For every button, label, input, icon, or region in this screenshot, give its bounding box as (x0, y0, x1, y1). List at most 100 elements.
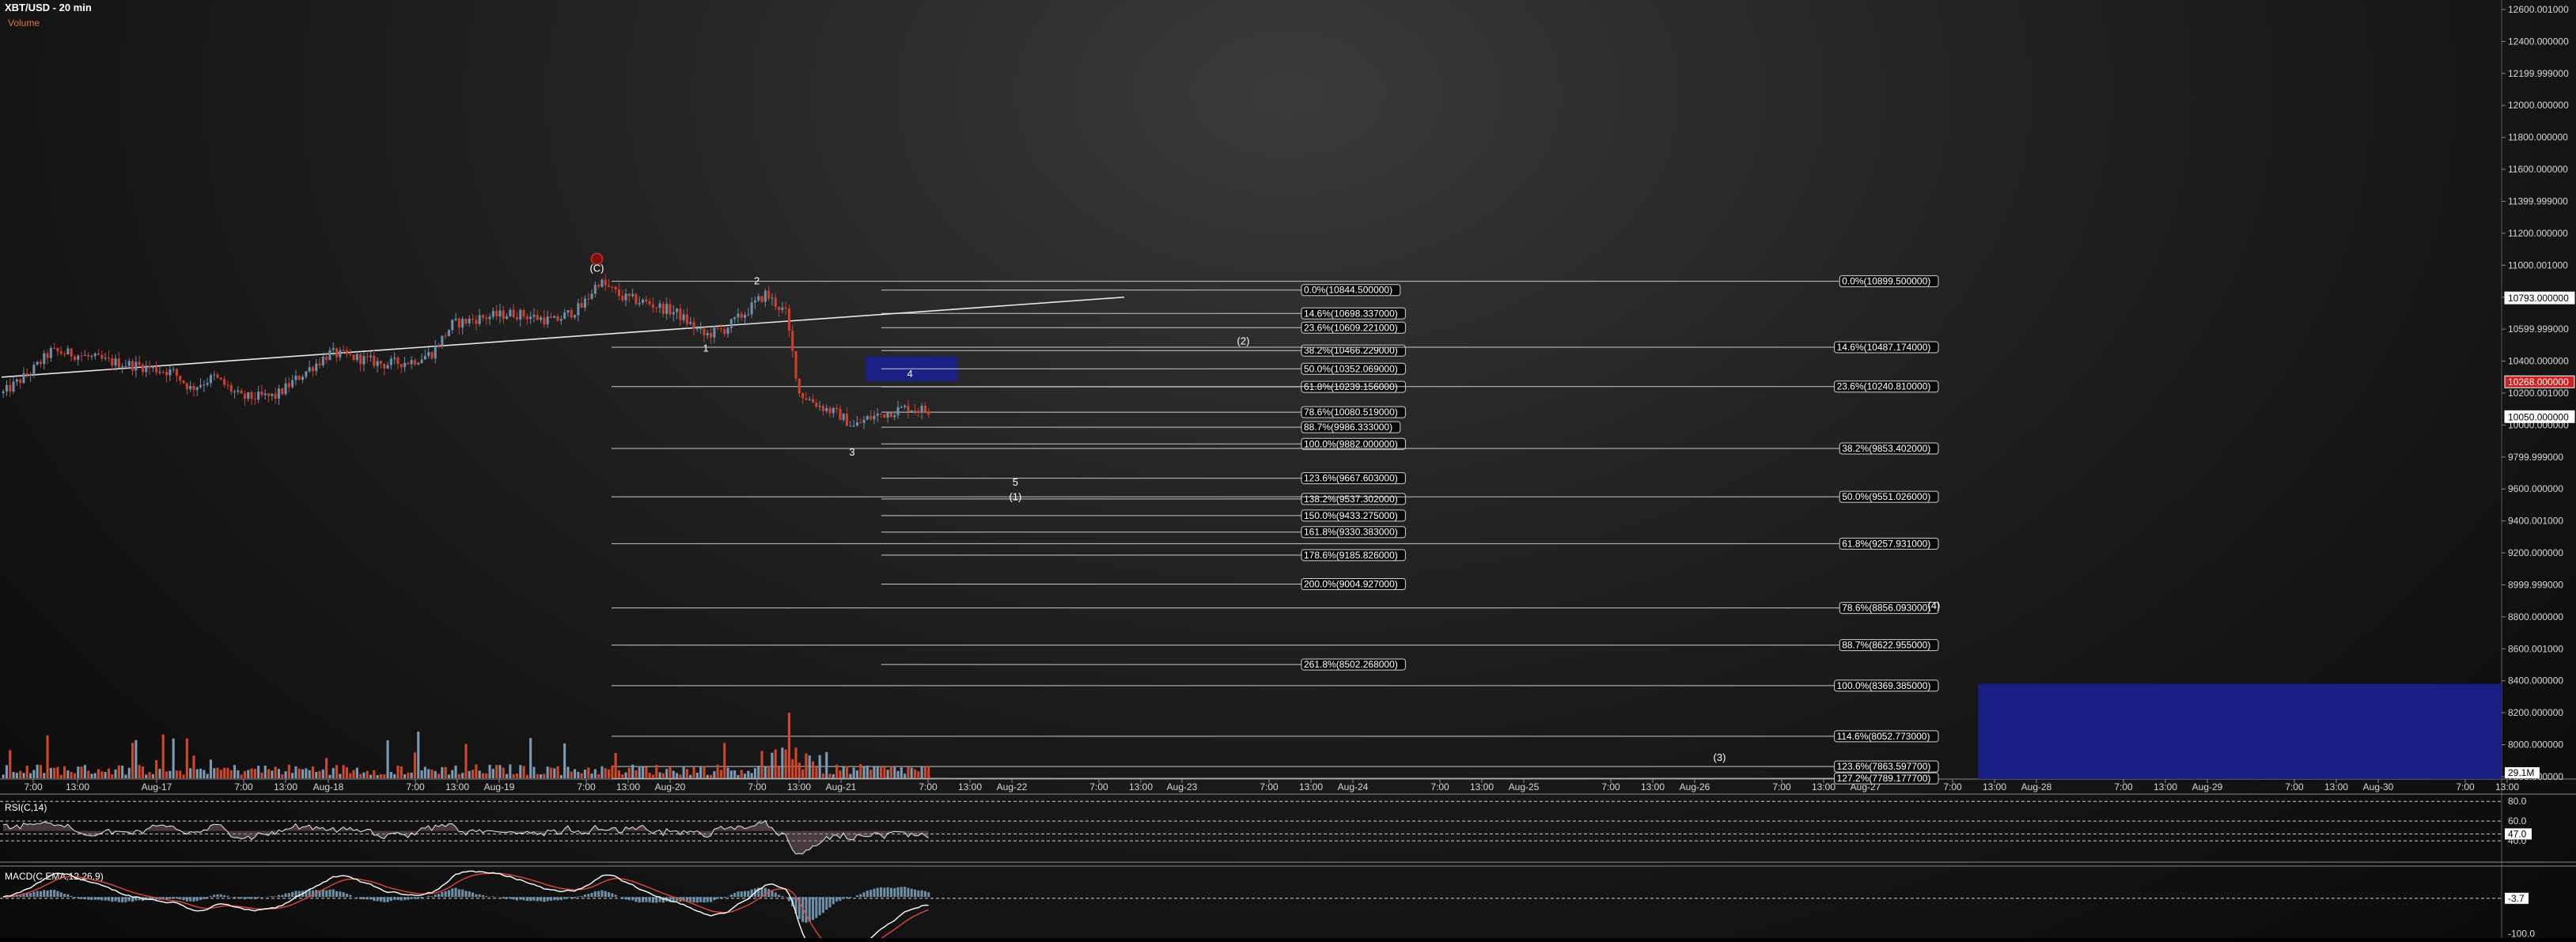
volume-bar (315, 772, 317, 778)
volume-bar (417, 732, 419, 778)
candle-body (427, 352, 430, 356)
volume-bar (13, 772, 15, 778)
macd-hist-bar (461, 890, 464, 897)
macd-hist-bar (775, 893, 777, 898)
macd-hist-bar (47, 891, 49, 897)
macd-hist-bar (863, 892, 866, 897)
macd-hist-bar (111, 897, 113, 902)
volume-bar (775, 749, 777, 778)
macd-hist-bar (733, 893, 736, 897)
time-tick-label: 7:00 (234, 781, 253, 793)
time-tick-label: Aug-24 (1338, 781, 1369, 793)
volume-bar (513, 774, 515, 778)
macd-hist-bar (563, 897, 566, 899)
volume-bar (710, 775, 712, 778)
macd-hist-bar (271, 896, 273, 897)
volume-bar (165, 771, 168, 778)
macd-hist-bar (275, 896, 277, 897)
volume-bar (492, 769, 494, 778)
volume-bar (251, 769, 253, 778)
wave-label: 3 (849, 446, 854, 458)
candle-body (662, 304, 665, 314)
macd-hist-bar (380, 897, 382, 902)
candle-body (737, 314, 739, 318)
volume-bar (414, 752, 416, 778)
candle-body (485, 318, 487, 320)
candle-body (829, 408, 832, 414)
candle-body (458, 319, 460, 327)
candle-body (516, 317, 518, 320)
macd-hist-bar (349, 895, 351, 897)
macd-hist-bar (128, 897, 131, 901)
macd-hist-bar (482, 895, 484, 897)
candle-body (604, 280, 607, 286)
candle-body (158, 372, 161, 373)
candle-body (19, 380, 21, 384)
macd-hist-bar (781, 896, 783, 897)
volume-bar (390, 772, 392, 778)
candle-body (560, 319, 563, 320)
candle-body (434, 346, 437, 359)
fib-level-label: 200.0%(9004.927000) (1304, 578, 1398, 589)
volume-bar (356, 768, 358, 778)
candle-body (502, 310, 505, 319)
volume-bar (778, 766, 780, 778)
volume-bar (359, 774, 362, 778)
candle-body (183, 380, 185, 383)
time-tick-label: 7:00 (919, 781, 938, 793)
candle-body (192, 386, 195, 390)
volume-bar (495, 765, 498, 778)
candle-body (145, 365, 147, 372)
macd-hist-bar (809, 897, 811, 921)
volume-bar (570, 771, 573, 778)
candle-body (74, 357, 76, 360)
candle-body (396, 358, 399, 364)
candle-body (77, 356, 79, 360)
candle-body (635, 294, 637, 305)
macd-hist-bar (441, 892, 443, 897)
time-tick-label: Aug-26 (1680, 781, 1710, 793)
candle-body (210, 375, 212, 383)
macd-hist-bar (577, 896, 579, 897)
candle-body (798, 379, 801, 393)
volume-bar (155, 760, 157, 778)
wave-label: (2) (1237, 335, 1250, 346)
volume-bar (594, 770, 597, 778)
volume-bar (301, 770, 304, 778)
macd-hist-bar (77, 897, 79, 898)
volume-bar (60, 775, 63, 778)
volume-bar (574, 769, 576, 778)
macd-hist-bar (438, 894, 440, 897)
volume-bar (577, 772, 579, 778)
volume-bar (134, 740, 137, 778)
price-marker-label: 10050.000000 (2508, 411, 2569, 422)
macd-hist-bar (519, 897, 521, 899)
fib-level-label: 114.6%(8052.773000) (1837, 731, 1930, 742)
candle-body (608, 286, 610, 287)
volume-bar (547, 766, 549, 778)
volume-bar (380, 774, 382, 778)
macd-hist-bar (917, 891, 919, 897)
candle-body (621, 296, 623, 301)
candle-body (134, 361, 137, 370)
candle-body (686, 315, 688, 324)
candle-body (703, 328, 705, 335)
candle-body (169, 369, 171, 375)
volume-bar (655, 765, 657, 778)
volume-bar (699, 766, 702, 778)
volume-bar (100, 771, 103, 778)
volume-bar (237, 770, 239, 778)
volume-bar (339, 774, 341, 778)
volume-bar (335, 765, 338, 778)
volume-bar (649, 773, 651, 778)
candle-body (509, 310, 511, 316)
chart-area[interactable]: 12600.00100012400.00000012199.9990001200… (0, 0, 2576, 938)
volume-bar (744, 774, 746, 778)
macd-hist-bar (254, 897, 256, 899)
volume-bar (464, 744, 467, 778)
volume-bar (859, 764, 862, 778)
fib-level-label: 14.6%(10698.337000) (1304, 308, 1398, 319)
fib-level-label: 161.8%(9330.383000) (1304, 527, 1398, 538)
volume-bar (819, 755, 821, 778)
volume-bar (29, 774, 32, 778)
